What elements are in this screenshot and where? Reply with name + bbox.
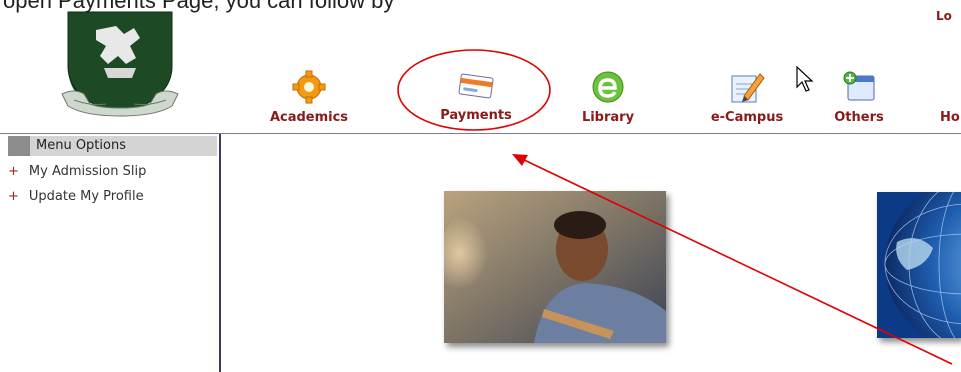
notepad-pencil-icon [731,73,765,103]
sidebar-item-admission-slip[interactable]: + My Admission Slip [8,164,146,179]
nav-home[interactable]: Ho [940,70,961,125]
annotation-arrowhead [512,154,528,166]
plus-icon: + [8,189,19,204]
student-photo [444,191,666,343]
globe-photo [877,192,961,338]
nav-library[interactable]: Library [570,70,646,125]
nav-academics-label: Academics [269,110,349,125]
nav-library-label: Library [581,110,635,125]
sidebar-item-label: My Admission Slip [28,164,147,179]
library-e-icon [592,71,624,103]
gear-icon [292,70,326,104]
plus-icon: + [8,164,19,179]
nav-payments-label: Payments [440,108,512,123]
nav-ecampus[interactable]: e-Campus [704,70,790,125]
nav-academics[interactable]: Academics [266,70,352,125]
university-crest-logo [61,11,179,117]
nav-home-label: Ho [940,110,960,125]
menu-header-marker [8,136,30,156]
sidebar-item-label: Update My Profile [28,189,144,204]
nav-others[interactable]: Others [826,70,892,125]
credit-card-icon [458,73,494,99]
logout-link[interactable]: Lo [936,9,952,23]
menu-options-header: Menu Options [8,136,217,156]
sidebar-item-update-profile[interactable]: + Update My Profile [8,189,144,204]
window-plus-icon [843,71,875,101]
menu-options-title: Menu Options [36,138,126,153]
nav-payments[interactable]: Payments [430,70,522,123]
nav-others-label: Others [834,110,884,125]
nav-ecampus-label: e-Campus [710,110,784,125]
mouse-cursor-icon [796,66,814,92]
